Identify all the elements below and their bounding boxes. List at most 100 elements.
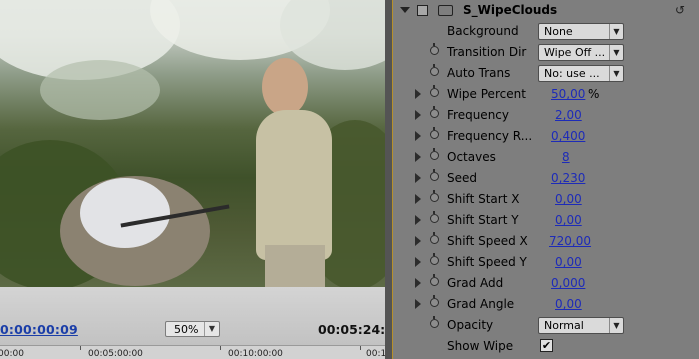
shift-start-x-value[interactable]: 0,00 [555,192,582,206]
seed-value[interactable]: 0,230 [551,171,585,185]
dropdown-value: None [544,25,573,38]
effect-controls-panel: S_WipeClouds ↺ Background None ▼ Transit… [392,0,699,359]
expand-triangle-icon[interactable] [415,110,421,120]
ruler-label: 00:00 [0,349,24,359]
param-label: Transition Dir [447,45,527,59]
param-row-frequency-r: Frequency R... 0,400 [392,126,699,147]
param-row-shift-start-x: Shift Start X 0,00 [392,189,699,210]
param-row-frequency: Frequency 2,00 [392,105,699,126]
param-row-shift-speed-x: Shift Speed X 720,00 [392,231,699,252]
param-label: Grad Angle [447,297,515,311]
stopwatch-icon[interactable] [430,127,439,139]
expand-triangle-icon[interactable] [415,152,421,162]
expand-triangle-icon[interactable] [415,299,421,309]
stopwatch-icon[interactable] [430,232,439,244]
zoom-level-value: 50% [174,323,199,336]
param-row-shift-start-y: Shift Start Y 0,00 [392,210,699,231]
param-label: Octaves [447,150,496,164]
param-label: Frequency [447,108,509,122]
dropdown-value: Normal [544,319,584,332]
effect-icon [438,5,453,16]
reset-icon[interactable]: ↺ [675,3,685,17]
stopwatch-icon[interactable] [430,316,439,328]
param-label: Auto Trans [447,66,511,80]
param-row-opacity: Opacity Normal ▼ [392,315,699,336]
chevron-down-icon: ▼ [609,318,623,333]
dropdown-value: No: use ... [544,67,600,80]
stopwatch-icon[interactable] [430,253,439,265]
expand-triangle-icon[interactable] [415,236,421,246]
chevron-down-icon: ▼ [609,45,623,60]
param-label: Shift Start Y [447,213,519,227]
expand-triangle-icon[interactable] [415,257,421,267]
ruler-tick [80,346,81,350]
fx-toggle-icon[interactable] [417,5,428,16]
time-ruler[interactable]: 00:00 00:05:00:00 00:10:00:00 00:1 [0,345,392,359]
program-monitor: 0:00:00:09 50% ▼ 00:05:24:14 00:00 00:05… [0,0,403,359]
param-row-background: Background None ▼ [392,21,699,42]
expand-triangle-icon[interactable] [415,89,421,99]
grad-add-value[interactable]: 0,000 [551,276,585,290]
shift-speed-y-value[interactable]: 0,00 [555,255,582,269]
current-timecode[interactable]: 0:00:00:09 [0,322,78,337]
expand-triangle-icon[interactable] [415,215,421,225]
auto-trans-dropdown[interactable]: No: use ... ▼ [538,65,624,82]
show-wipe-checkbox[interactable]: ✔ [540,339,553,352]
frequency-r-value[interactable]: 0,400 [551,129,585,143]
stopwatch-icon[interactable] [430,169,439,181]
stopwatch-icon[interactable] [430,274,439,286]
param-row-grad-angle: Grad Angle 0,00 [392,294,699,315]
dropdown-value: Wipe Off ... [544,46,606,59]
opacity-dropdown[interactable]: Normal ▼ [538,317,624,334]
param-row-transition-dir: Transition Dir Wipe Off ... ▼ [392,42,699,63]
param-label: Seed [447,171,477,185]
chevron-down-icon: ▼ [204,322,219,336]
expand-triangle-icon[interactable] [415,194,421,204]
twirl-down-icon[interactable] [400,7,410,13]
param-row-octaves: Octaves 8 [392,147,699,168]
param-label: Shift Speed X [447,234,528,248]
stopwatch-icon[interactable] [430,85,439,97]
transition-dir-dropdown[interactable]: Wipe Off ... ▼ [538,44,624,61]
param-label: Opacity [447,318,494,332]
stopwatch-icon[interactable] [430,190,439,202]
octaves-value[interactable]: 8 [562,150,570,164]
expand-triangle-icon[interactable] [415,131,421,141]
param-row-show-wipe: Show Wipe ✔ [392,336,699,357]
expand-triangle-icon[interactable] [415,173,421,183]
zoom-level-select[interactable]: 50% ▼ [165,321,220,337]
param-label: Grad Add [447,276,504,290]
expand-triangle-icon[interactable] [415,278,421,288]
stopwatch-icon[interactable] [430,148,439,160]
wipe-percent-value[interactable]: 50,00 [551,87,585,101]
ruler-tick [220,346,221,350]
grad-angle-value[interactable]: 0,00 [555,297,582,311]
param-label: Wipe Percent [447,87,526,101]
ruler-label: 00:10:00:00 [228,349,283,359]
param-label: Show Wipe [447,339,514,353]
video-preview[interactable] [0,0,385,287]
panel-divider[interactable] [385,0,392,359]
chevron-down-icon: ▼ [609,66,623,81]
param-label: Shift Speed Y [447,255,527,269]
param-label: Background [447,24,519,38]
param-row-seed: Seed 0,230 [392,168,699,189]
param-label: Frequency R... [447,129,533,143]
stopwatch-icon[interactable] [430,295,439,307]
param-row-wipe-percent: Wipe Percent 50,00 % [392,84,699,105]
effect-name: S_WipeClouds [463,3,558,17]
stopwatch-icon[interactable] [430,64,439,76]
percent-unit: % [588,87,600,101]
effect-header[interactable]: S_WipeClouds ↺ [392,0,699,21]
chevron-down-icon: ▼ [609,24,623,39]
panel-border [392,0,393,359]
ruler-label: 00:05:00:00 [88,349,143,359]
background-dropdown[interactable]: None ▼ [538,23,624,40]
stopwatch-icon[interactable] [430,106,439,118]
ruler-label: 00:1 [366,349,387,359]
shift-speed-x-value[interactable]: 720,00 [549,234,591,248]
stopwatch-icon[interactable] [430,43,439,55]
frequency-value[interactable]: 2,00 [555,108,582,122]
shift-start-y-value[interactable]: 0,00 [555,213,582,227]
stopwatch-icon[interactable] [430,211,439,223]
